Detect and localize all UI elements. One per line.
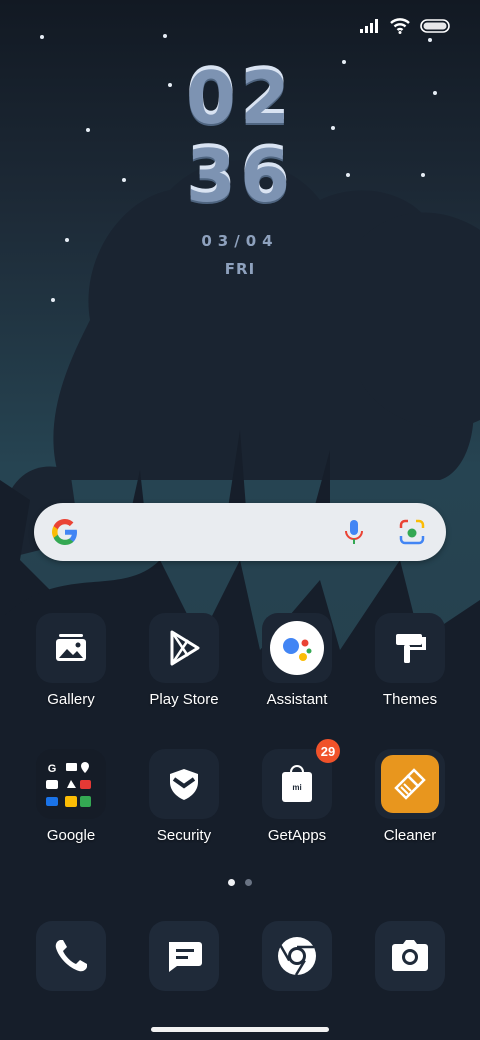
notification-badge: 29 [316,739,340,763]
app-label: Themes [382,691,438,708]
clock-day: FRI [224,260,256,278]
google-folder-icon[interactable]: G [36,749,106,819]
app-getapps[interactable]: mi 29 GetApps [242,739,352,844]
play-store-icon[interactable] [149,613,219,683]
assistant-icon[interactable] [262,613,332,683]
svg-text:mi: mi [292,783,301,792]
google-g-icon [52,519,77,545]
page-dot[interactable] [245,879,252,886]
svg-text:G: G [48,763,57,775]
page-indicator[interactable] [0,879,480,886]
app-gallery[interactable]: Gallery [16,613,126,708]
camera-icon[interactable] [375,921,445,991]
page-dot-active[interactable] [228,879,235,886]
cleaner-icon[interactable] [375,749,445,819]
google-search-bar[interactable] [34,503,446,561]
dock-chrome[interactable] [242,921,352,991]
app-assistant[interactable]: Assistant [242,613,352,708]
dock-messages[interactable] [129,921,239,991]
home-gesture-bar[interactable] [151,1027,329,1032]
app-label: Gallery [47,691,95,708]
dock-camera[interactable] [355,921,465,991]
battery-icon [420,19,450,33]
clock-date: 03/04 [201,232,279,250]
mic-icon[interactable] [342,519,366,545]
clock-minutes[interactable]: 36 [0,140,480,212]
app-security[interactable]: Security [129,749,239,844]
app-google-folder[interactable]: G Google [16,749,126,844]
clock-hours[interactable]: 02 [0,62,480,134]
gallery-icon[interactable] [36,613,106,683]
app-label: Cleaner [383,827,437,844]
app-label: Google [46,827,96,844]
security-icon[interactable] [149,749,219,819]
chrome-icon[interactable] [262,921,332,991]
messages-icon[interactable] [149,921,219,991]
app-themes[interactable]: Themes [355,613,465,708]
dock-phone[interactable] [16,921,126,991]
app-label: Assistant [266,691,328,708]
app-label: Play Store [149,691,219,708]
signal-icon [360,19,378,33]
app-cleaner[interactable]: Cleaner [355,749,465,844]
wifi-icon [390,18,410,34]
phone-icon[interactable] [36,921,106,991]
app-label: Security [156,827,212,844]
app-label: GetApps [267,827,327,844]
status-bar [360,18,450,34]
app-play-store[interactable]: Play Store [129,613,239,708]
camera-lens-icon[interactable] [399,519,425,545]
themes-icon[interactable] [375,613,445,683]
getapps-icon[interactable]: mi 29 [262,739,340,819]
